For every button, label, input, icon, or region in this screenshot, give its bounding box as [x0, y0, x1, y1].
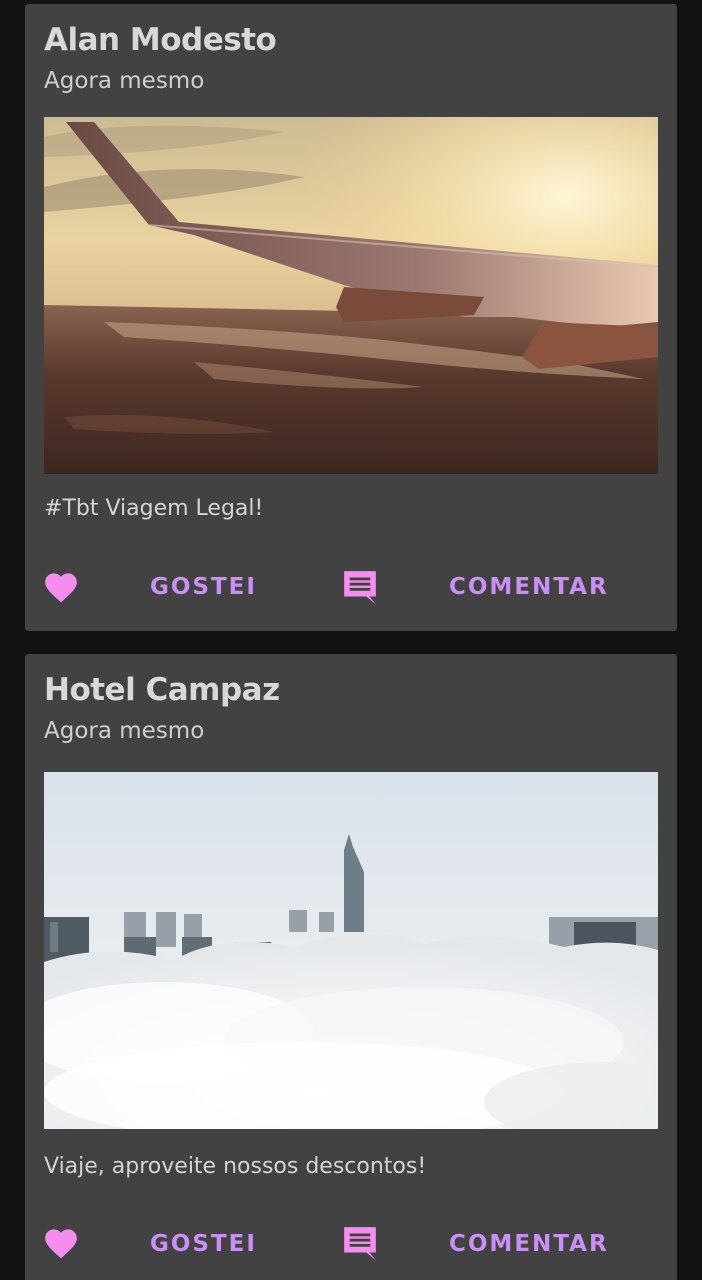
post-author: Hotel Campaz	[44, 672, 280, 708]
post-caption: Viaje, aproveite nossos descontos!	[44, 1154, 427, 1179]
comment-icon[interactable]	[341, 568, 379, 606]
city-clouds-photo	[44, 772, 658, 1129]
post-card: Alan Modesto Agora mesmo #Tbt Viagem Leg…	[25, 4, 677, 631]
post-timestamp: Agora mesmo	[44, 68, 205, 94]
like-button[interactable]: GOSTEI	[150, 574, 257, 600]
airplane-wing-photo	[44, 117, 658, 474]
like-button[interactable]: GOSTEI	[150, 1231, 257, 1257]
comment-button[interactable]: COMENTAR	[449, 574, 609, 600]
post-feed[interactable]: Alan Modesto Agora mesmo #Tbt Viagem Leg…	[0, 0, 702, 1280]
comment-button[interactable]: COMENTAR	[449, 1231, 609, 1257]
post-timestamp: Agora mesmo	[44, 718, 205, 744]
post-image[interactable]	[44, 117, 658, 474]
post-author: Alan Modesto	[44, 22, 277, 58]
heart-icon[interactable]	[42, 568, 80, 604]
post-caption: #Tbt Viagem Legal!	[44, 496, 264, 521]
comment-icon[interactable]	[341, 1224, 379, 1262]
post-card: Hotel Campaz Agora mesmo Viaje, aproveit…	[25, 654, 677, 1280]
heart-icon[interactable]	[42, 1224, 80, 1260]
post-image[interactable]	[44, 772, 658, 1129]
